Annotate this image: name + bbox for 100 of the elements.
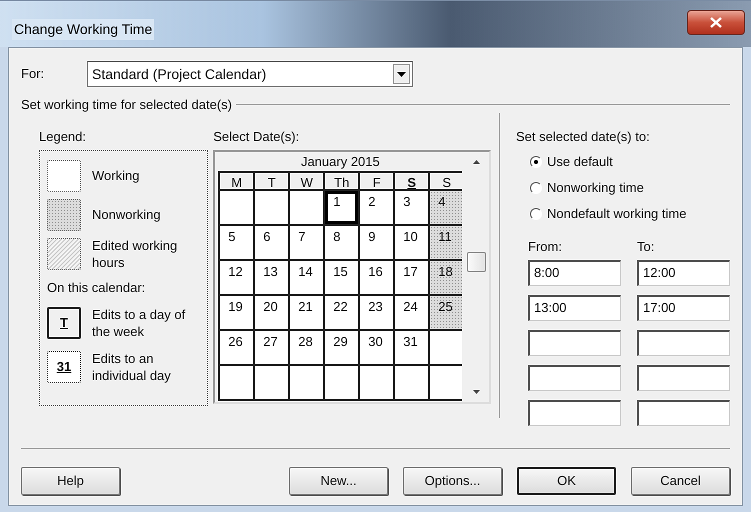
time-field[interactable]	[528, 365, 621, 391]
date-cell[interactable]: 5	[220, 226, 256, 261]
dialog-button[interactable]: Help	[21, 467, 120, 495]
time-field[interactable]	[637, 365, 730, 391]
date-number: 18	[438, 264, 453, 279]
legend-label: Working	[92, 167, 140, 184]
radio-button[interactable]	[530, 156, 542, 168]
time-column-label: From:	[528, 241, 563, 253]
date-number: 14	[298, 264, 313, 279]
time-field[interactable]: 12:00	[637, 260, 730, 286]
date-number: 2	[368, 194, 376, 209]
date-cell[interactable]	[430, 331, 462, 366]
date-cell[interactable]: 16	[360, 261, 396, 296]
date-cell[interactable]: 6	[255, 226, 290, 261]
radio-option[interactable]: Use default	[530, 153, 730, 171]
scroll-down-icon[interactable]	[472, 390, 480, 394]
date-number: 9	[368, 229, 376, 244]
date-cell[interactable]	[360, 366, 396, 401]
date-cell[interactable]	[220, 366, 256, 401]
date-cell[interactable]	[430, 366, 462, 401]
date-number: 5	[228, 229, 236, 244]
date-cell[interactable]: 4	[430, 191, 462, 226]
time-field[interactable]: 8:00	[528, 260, 621, 286]
date-cell[interactable]	[220, 191, 256, 226]
legend-title: Legend:	[39, 128, 87, 146]
date-number: 29	[333, 334, 348, 349]
date-number: 10	[403, 229, 418, 244]
set-to-title: Set selected date(s) to:	[516, 128, 651, 146]
dialog-button[interactable]: OK	[517, 467, 616, 495]
date-cell[interactable]: 11	[430, 226, 462, 261]
date-cell[interactable]: 28	[290, 331, 326, 366]
scroll-thumb[interactable]	[466, 252, 486, 272]
date-number: 26	[228, 334, 243, 349]
date-number: 24	[403, 299, 418, 314]
date-cell[interactable]: 22	[325, 296, 360, 331]
date-cell[interactable]	[290, 191, 326, 226]
date-cell[interactable]: 20	[255, 296, 290, 331]
legend-symbol: 31	[56, 358, 72, 376]
date-number: 25	[438, 299, 453, 314]
date-cell[interactable]	[325, 366, 360, 401]
date-cell[interactable]: 2	[360, 191, 396, 226]
time-field[interactable]	[637, 400, 730, 426]
date-cell[interactable]: 12	[220, 261, 256, 296]
date-cell[interactable]: 14	[290, 261, 326, 296]
time-field[interactable]: 17:00	[637, 295, 730, 321]
calendar-label: Select Date(s):	[213, 128, 300, 146]
date-cell[interactable]	[395, 366, 430, 401]
calendar-dropdown[interactable]: Standard (Project Calendar)	[87, 61, 413, 87]
time-field[interactable]	[637, 330, 730, 356]
date-number: 13	[263, 264, 278, 279]
date-cell[interactable]: 30	[360, 331, 396, 366]
date-cell[interactable]: 13	[255, 261, 290, 296]
radio-button[interactable]	[530, 208, 542, 220]
date-cell[interactable]	[255, 366, 290, 401]
scroll-up-icon[interactable]	[472, 160, 480, 164]
date-number: 21	[298, 299, 313, 314]
date-cell[interactable]: 27	[255, 331, 290, 366]
date-number: 8	[333, 229, 340, 244]
legend-label: Nonworking	[92, 206, 162, 223]
time-field[interactable]	[528, 400, 621, 426]
date-cell[interactable]	[255, 191, 290, 226]
radio-option[interactable]: Nonworking time	[530, 179, 730, 197]
date-cell[interactable]: 29	[325, 331, 360, 366]
date-cell[interactable]: 8	[325, 226, 360, 261]
date-cell[interactable]: 17	[395, 261, 430, 296]
legend-subtitle: On this calendar:	[47, 279, 146, 297]
date-cell[interactable]: 31	[395, 331, 430, 366]
close-button[interactable]	[687, 10, 745, 35]
date-number: 7	[298, 229, 306, 244]
date-number: 12	[228, 264, 243, 279]
date-cell[interactable]	[290, 366, 326, 401]
date-cell[interactable]: 1	[325, 191, 360, 226]
legend-swatch	[47, 238, 81, 270]
radio-button[interactable]	[530, 182, 542, 194]
date-cell[interactable]: 24	[395, 296, 430, 331]
radio-option[interactable]: Nondefault working time	[530, 205, 730, 223]
dialog-button[interactable]: New...	[289, 467, 388, 495]
time-field[interactable]	[528, 330, 621, 356]
date-cell[interactable]: 15	[325, 261, 360, 296]
date-cell[interactable]: 23	[360, 296, 396, 331]
date-cell[interactable]: 25	[430, 296, 462, 331]
close-icon	[710, 17, 722, 28]
window-title: Change Working Time	[12, 19, 154, 40]
date-cell[interactable]: 21	[290, 296, 326, 331]
time-field[interactable]: 13:00	[528, 295, 621, 321]
date-cell[interactable]: 10	[395, 226, 430, 261]
legend-swatch	[47, 160, 81, 192]
date-cell[interactable]: 9	[360, 226, 396, 261]
dialog-button[interactable]: Cancel	[631, 467, 730, 495]
date-cell[interactable]: 7	[290, 226, 326, 261]
date-cell[interactable]: 3	[395, 191, 430, 226]
month-title: January 2015	[300, 153, 381, 171]
date-cell[interactable]: 18	[430, 261, 462, 296]
date-number: 15	[333, 264, 348, 279]
legend-label: Edits to a day of the week	[92, 306, 186, 340]
legend-label: Edits to an individual day	[92, 350, 172, 384]
date-cell[interactable]: 19	[220, 296, 256, 331]
date-cell[interactable]: 26	[220, 331, 256, 366]
date-number: 28	[298, 334, 313, 349]
dialog-button[interactable]: Options...	[403, 467, 502, 495]
